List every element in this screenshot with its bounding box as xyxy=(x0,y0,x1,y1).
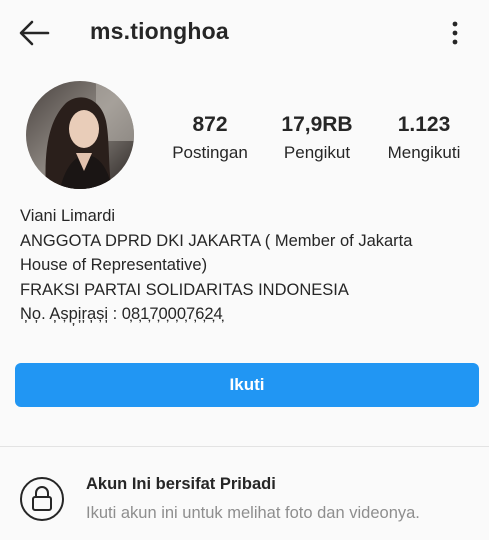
avatar[interactable] xyxy=(26,81,134,189)
following-stat[interactable]: 1.123 Mengikuti xyxy=(378,112,470,164)
bio-line-3: FRAKSI PARTAI SOLIDARITAS INDONESIA xyxy=(20,280,349,299)
following-label: Mengikuti xyxy=(387,143,461,162)
bio-line-1: ANGGOTA DPRD DKI JAKARTA ( Member of Jak… xyxy=(20,231,413,250)
following-count: 1.123 xyxy=(397,113,451,136)
posts-label: Postingan xyxy=(172,143,248,162)
followers-count: 17,9RB xyxy=(281,113,353,136)
profile-username: ms.tionghoa xyxy=(90,18,229,44)
bio-line-2: House of Representative) xyxy=(20,256,208,274)
followers-label: Pengikut xyxy=(283,143,351,162)
posts-stat[interactable]: 872 Postingan xyxy=(164,112,256,164)
private-account-notice: Akun Ini bersifat Pribadi Ikuti akun ini… xyxy=(0,447,489,540)
private-notice-subtitle: Ikuti akun ini untuk melihat foto dan vi… xyxy=(86,504,420,522)
back-button[interactable] xyxy=(14,16,54,50)
follow-button[interactable]: Ikuti xyxy=(15,363,479,407)
posts-count: 872 xyxy=(192,113,228,136)
profile-display-name: Viani Limardi xyxy=(20,207,116,225)
lock-badge xyxy=(20,477,64,521)
more-options-button[interactable] xyxy=(440,14,470,52)
more-vertical-icon xyxy=(452,21,458,45)
arrow-left-icon xyxy=(19,20,50,46)
lock-icon xyxy=(32,486,52,511)
private-notice-title: Akun Ini bersifat Pribadi xyxy=(86,475,276,493)
bio-line-4: N̦o̦. A̦șp̦i̦r̦a̦și̦ : 0̦8̦1̦7̦0̦0̦0̦7̦6… xyxy=(20,305,223,323)
profile-photo xyxy=(26,81,134,189)
top-bar: ms.tionghoa xyxy=(0,0,489,64)
followers-stat[interactable]: 17,9RB Pengikut xyxy=(272,112,362,164)
profile-bio: Viani Limardi ANGGOTA DPRD DKI JAKARTA (… xyxy=(20,204,475,327)
